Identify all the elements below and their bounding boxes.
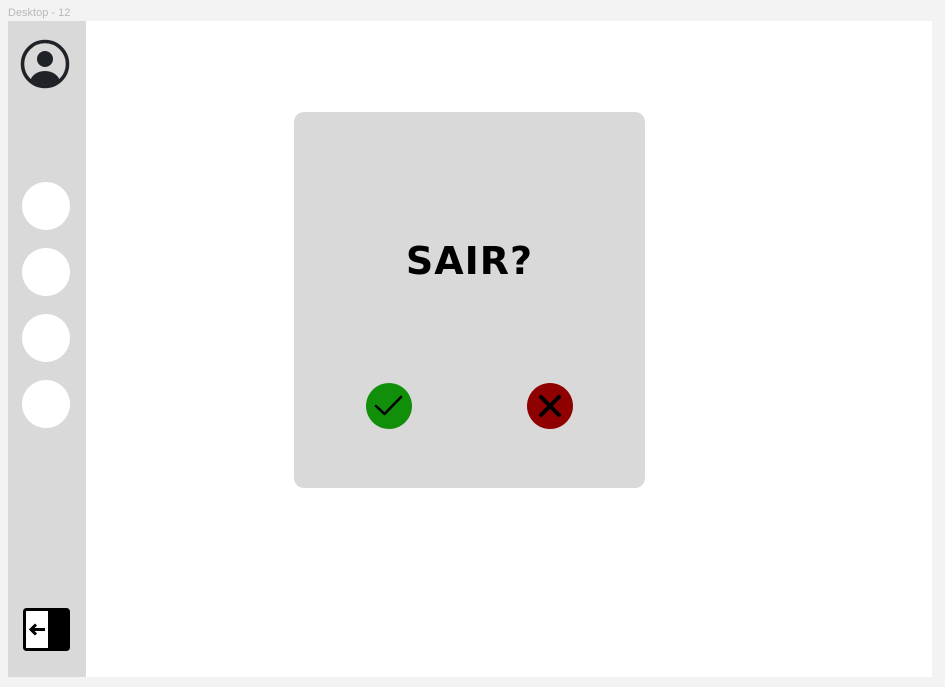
desktop-canvas: SAIR? [8,21,932,677]
sidebar [8,21,86,677]
sidebar-nav-item-3[interactable] [22,314,70,362]
sidebar-nav-item-2[interactable] [22,248,70,296]
exit-confirmation-dialog: SAIR? [294,112,645,488]
checkmark-icon [374,395,403,416]
user-avatar-button[interactable] [20,39,70,89]
confirm-button[interactable] [366,383,412,429]
dialog-title: SAIR? [405,239,534,283]
frame-label: Desktop - 12 [8,7,71,19]
logout-arrow-icon [23,608,70,651]
cancel-button[interactable] [527,383,573,429]
user-circle-icon [20,39,70,89]
sidebar-nav-item-4[interactable] [22,380,70,428]
sidebar-nav-item-1[interactable] [22,182,70,230]
close-x-icon [539,395,561,417]
logout-button[interactable] [23,608,71,652]
